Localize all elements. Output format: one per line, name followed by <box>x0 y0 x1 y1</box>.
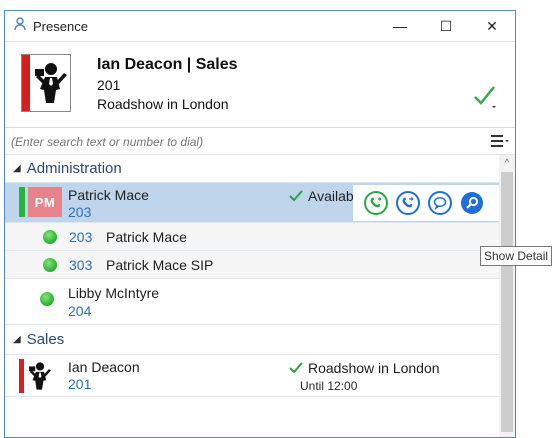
contact-status: Availabl <box>289 188 357 204</box>
header-status: Roadshow in London <box>97 96 229 112</box>
chat-icon <box>428 191 452 215</box>
contact-avatar <box>19 359 59 393</box>
window-title: Presence <box>33 19 88 34</box>
subentry-name: Patrick Mace SIP <box>106 257 214 273</box>
contact-extension: 203 <box>68 204 92 220</box>
maximize-button[interactable]: ☐ <box>423 11 469 41</box>
available-status-stripe <box>19 187 25 217</box>
close-button[interactable]: ✕ <box>469 11 515 41</box>
subentry-extension: 303 <box>69 257 93 273</box>
header-status-button[interactable] <box>473 82 497 115</box>
minimize-icon: — <box>393 18 407 34</box>
contact-status-detail: Until 12:00 <box>300 379 358 393</box>
chevron-up-icon: ^ <box>504 157 510 169</box>
avatar-status-bar <box>19 359 24 393</box>
contact-actions <box>353 185 499 221</box>
contact-name: Patrick Mace <box>68 187 149 203</box>
scroll-thumb[interactable] <box>501 172 513 432</box>
show-detail-tooltip: Show Detail <box>480 246 552 266</box>
contact-subentry-203[interactable]: 203 Patrick Mace <box>5 223 499 251</box>
presence-window: Presence — ☐ ✕ Ian Deacon | Sales 201 Ro… <box>4 10 516 438</box>
available-status-dot <box>43 258 57 272</box>
avatar: PM <box>28 187 62 217</box>
contact-extension: 201 <box>68 376 92 392</box>
businessman-icon <box>29 362 51 390</box>
contact-subentry-303[interactable]: 303 Patrick Mace SIP <box>5 251 499 279</box>
avatar-status-bar <box>22 55 30 111</box>
avatar-initials: PM <box>34 194 56 210</box>
search-input[interactable] <box>9 132 473 152</box>
contact-name: Libby McIntyre <box>68 285 160 301</box>
contact-row-patrick-mace[interactable]: PM Patrick Mace 203 Availabl <box>5 183 499 223</box>
contact-row-libby-mcintyre[interactable]: Libby McIntyre 204 <box>5 279 499 325</box>
minimize-button[interactable]: — <box>377 11 423 41</box>
available-status-dot <box>43 230 57 244</box>
title-bar: Presence — ☐ ✕ <box>5 11 515 42</box>
contact-status-text: Availabl <box>308 188 357 204</box>
section-header-sales[interactable]: ◢ Sales <box>5 325 499 355</box>
search-row <box>5 128 515 155</box>
hamburger-menu-icon <box>491 135 509 147</box>
collapse-triangle-icon: ◢ <box>13 163 21 174</box>
green-check-icon <box>289 362 303 374</box>
section-label: Administration <box>26 160 122 177</box>
subentry-name: Patrick Mace <box>106 229 187 245</box>
businessman-icon <box>35 63 67 103</box>
transfer-button[interactable] <box>395 190 421 216</box>
section-header-administration[interactable]: ◢ Administration <box>5 155 499 183</box>
header-extension: 201 <box>97 77 121 93</box>
contact-status: Roadshow in London <box>289 360 440 376</box>
call-button[interactable] <box>363 190 389 216</box>
person-icon <box>13 17 27 36</box>
header-avatar[interactable] <box>21 54 71 112</box>
subentry-extension: 203 <box>69 229 93 245</box>
contact-list: ◢ Administration PM Patrick Mace 203 Ava… <box>5 155 515 437</box>
search-icon <box>461 192 483 214</box>
collapse-triangle-icon: ◢ <box>13 334 21 345</box>
title-bar-left: Presence <box>13 17 88 36</box>
contact-status-text: Roadshow in London <box>308 360 440 376</box>
green-check-icon <box>289 190 303 202</box>
tooltip-text: Show Detail <box>484 249 549 263</box>
contact-row-ian-deacon[interactable]: Ian Deacon 201 Roadshow in London Until … <box>5 355 499 397</box>
green-check-icon <box>474 86 496 108</box>
header-user-name: Ian Deacon | Sales <box>97 56 238 73</box>
maximize-icon: ☐ <box>439 17 453 34</box>
available-status-dot <box>40 292 54 306</box>
window-controls: — ☐ ✕ <box>377 11 515 41</box>
chat-button[interactable] <box>427 190 453 216</box>
transfer-icon <box>396 191 420 215</box>
menu-button[interactable] <box>491 133 509 149</box>
contact-extension: 204 <box>68 303 92 319</box>
close-icon: ✕ <box>486 17 498 34</box>
call-icon <box>364 191 388 215</box>
current-user-header: Ian Deacon | Sales 201 Roadshow in Londo… <box>5 42 515 128</box>
contact-name: Ian Deacon <box>68 359 140 375</box>
show-detail-button[interactable] <box>459 190 485 216</box>
section-label: Sales <box>26 331 65 348</box>
scroll-up-button[interactable]: ^ <box>499 155 515 171</box>
header-text: Ian Deacon | Sales 201 Roadshow in Londo… <box>97 56 238 115</box>
